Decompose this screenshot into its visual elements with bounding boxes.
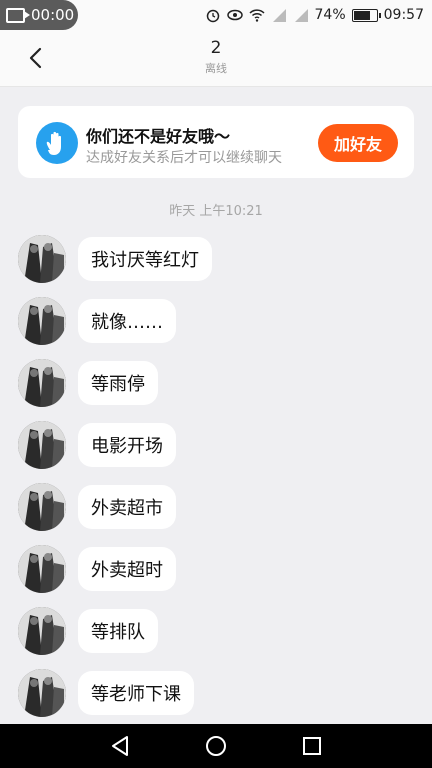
- nav-recents-icon[interactable]: [300, 734, 324, 758]
- battery-icon: [351, 8, 381, 22]
- sender-avatar[interactable]: [18, 359, 66, 407]
- sender-avatar[interactable]: [18, 669, 66, 717]
- message-bubble[interactable]: 等排队: [78, 609, 158, 653]
- nav-home-icon[interactable]: [204, 734, 228, 758]
- message-timestamp: 昨天 上午10:21: [169, 204, 263, 219]
- hand-wave-icon: [36, 122, 78, 164]
- battery-percent: 74%: [314, 7, 346, 23]
- message-bubble[interactable]: 等老师下课: [78, 671, 194, 715]
- add-friend-card: 你们还不是好友哦～ 达成好友关系后才可以继续聊天 加好友: [18, 106, 414, 178]
- message-bubble[interactable]: 外卖超市: [78, 485, 176, 529]
- screen-recording-indicator[interactable]: 00:00: [0, 0, 78, 30]
- sender-avatar[interactable]: [18, 235, 66, 283]
- message-bubble[interactable]: 外卖超时: [78, 547, 176, 591]
- eye-icon: [226, 9, 243, 21]
- signal-icon: [272, 9, 286, 22]
- message-row: 等老师下课: [18, 668, 194, 718]
- message-bubble[interactable]: 就像……: [78, 299, 176, 343]
- message-bubble[interactable]: 我讨厌等红灯: [78, 237, 212, 281]
- sender-avatar[interactable]: [18, 421, 66, 469]
- chat-title: 2: [210, 38, 222, 58]
- sender-avatar[interactable]: [18, 545, 66, 593]
- wifi-icon: [248, 9, 265, 22]
- status-bar: 00:00 74% 09:57: [0, 0, 432, 30]
- add-friend-button[interactable]: 加好友: [318, 124, 398, 162]
- system-nav-bar: [0, 724, 432, 768]
- message-row: 我讨厌等红灯: [18, 234, 212, 284]
- chat-header: 2 离线: [0, 30, 432, 87]
- alarm-icon: [206, 9, 219, 23]
- message-row: 外卖超市: [18, 482, 176, 532]
- chat-title-block: 2 离线: [0, 38, 432, 76]
- message-row: 就像……: [18, 296, 176, 346]
- message-row: 等排队: [18, 606, 158, 656]
- status-icons: 74% 09:57: [205, 0, 424, 30]
- recording-time: 00:00: [31, 6, 75, 24]
- message-bubble[interactable]: 等雨停: [78, 361, 158, 405]
- message-row: 外卖超时: [18, 544, 176, 594]
- message-bubble[interactable]: 电影开场: [78, 423, 176, 467]
- camera-icon: [6, 7, 30, 23]
- signal-icon-2: [294, 9, 308, 22]
- nav-back-icon[interactable]: [108, 734, 132, 758]
- not-friend-subtitle: 达成好友关系后才可以继续聊天: [86, 150, 282, 166]
- message-row: 等雨停: [18, 358, 158, 408]
- sender-avatar[interactable]: [18, 607, 66, 655]
- not-friend-title: 你们还不是好友哦～: [86, 127, 231, 146]
- sender-avatar[interactable]: [18, 483, 66, 531]
- clock: 09:57: [383, 7, 424, 23]
- sender-avatar[interactable]: [18, 297, 66, 345]
- message-row: 电影开场: [18, 420, 176, 470]
- online-status: 离线: [205, 62, 227, 75]
